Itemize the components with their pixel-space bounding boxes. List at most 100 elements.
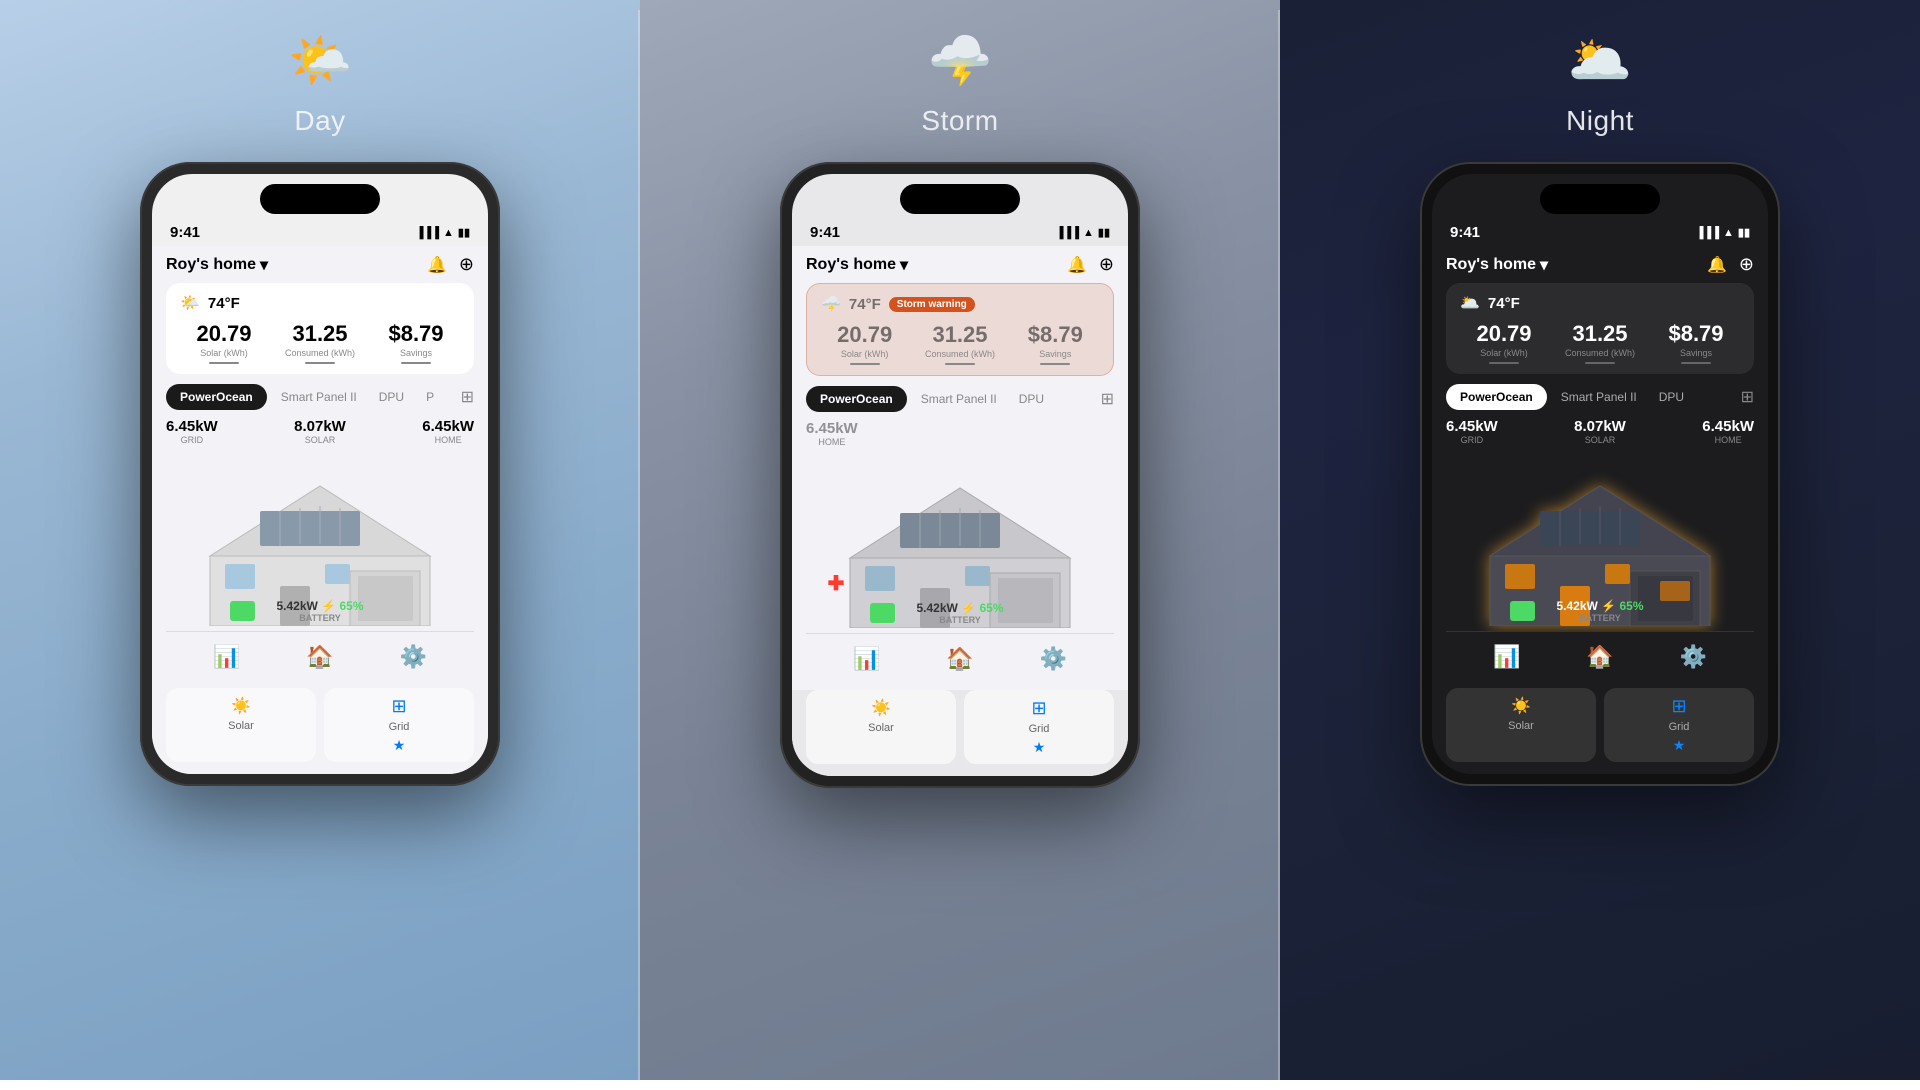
night-solar-card-label: Solar <box>1508 720 1534 732</box>
storm-home-name: Roy's home <box>806 256 896 274</box>
day-tab-smartpanel[interactable]: Smart Panel II <box>273 384 365 410</box>
night-consumed-divider <box>1585 362 1615 364</box>
night-nav-chart[interactable]: 📊 <box>1493 644 1520 670</box>
storm-savings-stat: $8.79 Savings <box>1012 322 1099 365</box>
night-consumed-stat: 31.25 Consumed (kWh) <box>1556 321 1644 364</box>
day-weather-strip: 🌤️ 74°F 20.79 Solar (kWh) 31.25 Consumed… <box>166 283 474 374</box>
night-battery-percent: ⚡ 65% <box>1601 599 1643 613</box>
night-weather-strip: 🌥️ 74°F 20.79 Solar (kWh) 31.25 Consumed… <box>1446 283 1754 374</box>
night-savings-stat: $8.79 Savings <box>1652 321 1740 364</box>
night-nav-settings[interactable]: ⚙️ <box>1680 644 1707 670</box>
storm-grid-card-star: ★ <box>1033 739 1046 756</box>
day-header-icons: 🔔 ⊕ <box>427 254 474 275</box>
storm-weather-strip: 🌩️ 74°F Storm warning 20.79 Solar (kWh) … <box>806 283 1114 376</box>
storm-consumed-stat: 31.25 Consumed (kWh) <box>916 322 1003 365</box>
day-home-value: 6.45kW <box>422 418 474 435</box>
storm-dynamic-island <box>900 184 1020 214</box>
day-grid-card[interactable]: ⊞ Grid ★ <box>324 688 474 762</box>
day-savings-divider <box>401 362 431 364</box>
night-home-power: 6.45kW HOME <box>1702 418 1754 445</box>
day-home-name: Roy's home <box>166 256 256 274</box>
day-savings-stat: $8.79 Savings <box>372 321 460 364</box>
night-solar-card[interactable]: ☀️ Solar <box>1446 688 1596 762</box>
storm-signal-icon: ▐▐▐ <box>1056 227 1079 239</box>
storm-status-icons: ▐▐▐ ▲ ▮▮ <box>1056 226 1110 239</box>
storm-tab-powerocean[interactable]: PowerOcean <box>806 386 907 412</box>
storm-time: 9:41 <box>810 224 840 241</box>
day-house-area: 5.42kW ⚡ 65% BATTERY <box>166 451 474 631</box>
night-savings-value: $8.79 <box>1652 321 1740 347</box>
storm-weather-label: Storm <box>921 105 998 137</box>
day-phone-screen: 9:41 ▐▐▐ ▲ ▮▮ Roy's home ▾ 🔔 ⊕ <box>152 174 488 774</box>
day-nav-home[interactable]: 🏠 <box>306 644 333 670</box>
night-time: 9:41 <box>1450 224 1480 241</box>
night-solar-stat: 20.79 Solar (kWh) <box>1460 321 1548 364</box>
storm-savings-value: $8.79 <box>1012 322 1099 348</box>
day-grid-card-star: ★ <box>393 737 406 754</box>
night-home-selector[interactable]: Roy's home ▾ <box>1446 255 1548 275</box>
storm-home-selector[interactable]: Roy's home ▾ <box>806 255 908 275</box>
day-solar-stat: 20.79 Solar (kWh) <box>180 321 268 364</box>
day-solar-value: 20.79 <box>180 321 268 347</box>
storm-consumed-label: Consumed (kWh) <box>916 349 1003 359</box>
storm-wifi-icon: ▲ <box>1083 227 1094 239</box>
night-weather-label: Night <box>1566 105 1634 137</box>
day-nav-chart[interactable]: 📊 <box>213 644 240 670</box>
day-nav-settings[interactable]: ⚙️ <box>400 644 427 670</box>
night-dynamic-island <box>1540 184 1660 214</box>
day-app-content: Roy's home ▾ 🔔 ⊕ 🌤️ 74°F <box>152 246 488 688</box>
night-nav-home[interactable]: 🏠 <box>1586 644 1613 670</box>
storm-tab-dpu[interactable]: DPU <box>1011 386 1052 412</box>
night-tab-powerocean[interactable]: PowerOcean <box>1446 384 1547 410</box>
night-tab-smartpanel[interactable]: Smart Panel II <box>1553 384 1645 410</box>
night-home-label: HOME <box>1702 435 1754 445</box>
night-solar-card-icon: ☀️ <box>1511 696 1531 716</box>
night-panel: 🌥️ Night 9:41 ▐▐▐ ▲ ▮▮ Roy's home ▾ <box>1280 0 1920 1080</box>
day-tab-more[interactable]: P <box>418 384 442 410</box>
day-tab-grid-icon[interactable]: ⊞ <box>461 387 474 407</box>
night-bell-icon[interactable]: 🔔 <box>1707 255 1727 275</box>
day-tab-powerocan[interactable]: PowerOcean <box>166 384 267 410</box>
storm-nav-home[interactable]: 🏠 <box>946 646 973 672</box>
day-solar-label: Solar (kWh) <box>180 348 268 358</box>
day-dynamic-island <box>260 184 380 214</box>
night-savings-divider <box>1681 362 1711 364</box>
storm-solar-card[interactable]: ☀️ Solar <box>806 690 956 764</box>
storm-tab-smartpanel[interactable]: Smart Panel II <box>913 386 1005 412</box>
day-grid-card-label: Grid <box>389 721 410 733</box>
storm-nav-settings[interactable]: ⚙️ <box>1040 646 1067 672</box>
day-time: 9:41 <box>170 224 200 241</box>
storm-phone-screen: 9:41 ▐▐▐ ▲ ▮▮ Roy's home ▾ 🔔 ⊕ <box>792 174 1128 776</box>
storm-temp: 74°F <box>849 296 881 313</box>
storm-nav-chart[interactable]: 📊 <box>853 646 880 672</box>
storm-consumed-value: 31.25 <box>916 322 1003 348</box>
day-solar-card-label: Solar <box>228 720 254 732</box>
day-plus-icon[interactable]: ⊕ <box>459 254 474 275</box>
night-grid-power: 6.45kW GRID <box>1446 418 1498 445</box>
storm-cross-icon: ✚ <box>828 571 845 596</box>
storm-solar-card-label: Solar <box>868 722 894 734</box>
storm-plus-icon[interactable]: ⊕ <box>1099 254 1114 275</box>
storm-weather-row: 🌩️ 74°F Storm warning <box>821 294 1099 314</box>
night-battery-label: BATTERY <box>1557 613 1644 623</box>
night-weather-container: 🌥️ Night <box>1560 20 1640 137</box>
storm-grid-card[interactable]: ⊞ Grid ★ <box>964 690 1114 764</box>
storm-app-content: Roy's home ▾ 🔔 ⊕ 🌩️ 74°F Storm warning <box>792 246 1128 690</box>
storm-tab-grid-icon[interactable]: ⊞ <box>1101 389 1114 409</box>
night-plus-icon[interactable]: ⊕ <box>1739 254 1754 275</box>
night-solar-power-value: 8.07kW <box>1574 418 1626 435</box>
day-home-chevron: ▾ <box>260 255 268 275</box>
storm-status-bar: 9:41 ▐▐▐ ▲ ▮▮ <box>792 224 1128 246</box>
night-tab-grid-icon[interactable]: ⊞ <box>1741 387 1754 407</box>
storm-weather-icon: 🌩️ <box>920 20 1000 100</box>
day-bottom-nav: 📊 🏠 ⚙️ <box>166 631 474 678</box>
night-savings-label: Savings <box>1652 348 1740 358</box>
day-bell-icon[interactable]: 🔔 <box>427 255 447 275</box>
day-home-selector[interactable]: Roy's home ▾ <box>166 255 268 275</box>
day-tab-dpu[interactable]: DPU <box>371 384 412 410</box>
storm-home-label: HOME <box>806 437 858 447</box>
day-solar-card[interactable]: ☀️ Solar <box>166 688 316 762</box>
night-grid-card[interactable]: ⊞ Grid ★ <box>1604 688 1754 762</box>
storm-bell-icon[interactable]: 🔔 <box>1067 255 1087 275</box>
night-tab-dpu[interactable]: DPU <box>1651 384 1692 410</box>
